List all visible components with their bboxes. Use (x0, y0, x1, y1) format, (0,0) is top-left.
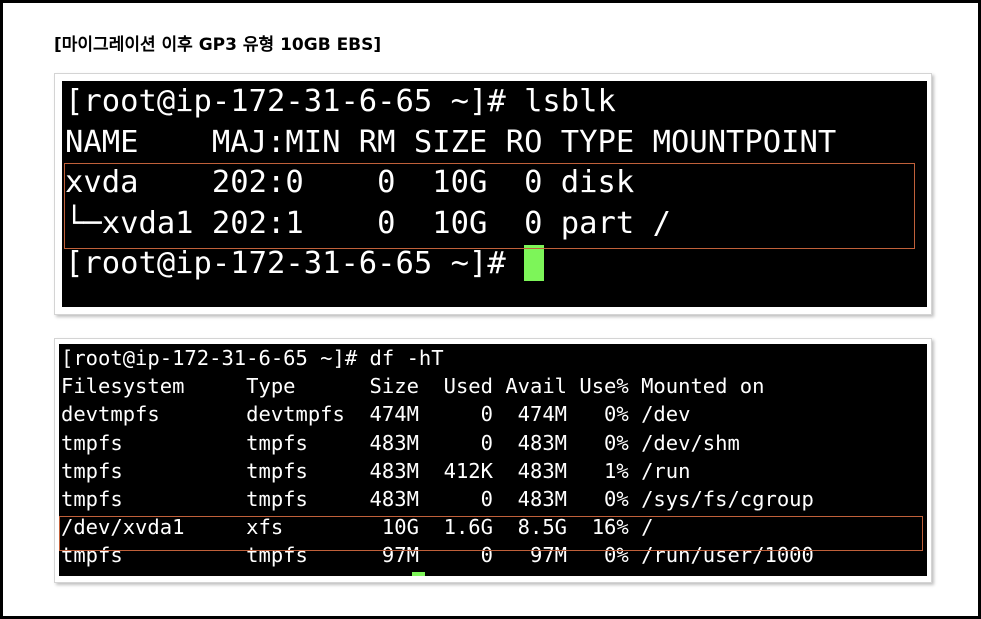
df-command-line: [root@ip-172-31-6-65 ~]# df -hT (61, 346, 444, 370)
df-header-line: Filesystem Type Size Used Avail Use% Mou… (61, 374, 765, 399)
lsblk-partition-line: └─xvda1 202:1 0 10G 0 part / (65, 205, 671, 241)
terminal-cursor (524, 245, 545, 281)
df-row-cgroup: tmpfs tmpfs 483M 0 483M 0% /sys/fs/cgrou… (61, 487, 814, 512)
lsblk-terminal[interactable]: [root@ip-172-31-6-65 ~]# lsblk NAME MAJ:… (62, 81, 927, 307)
df-screenshot: [root@ip-172-31-6-65 ~]# df -hT Filesyst… (54, 338, 932, 583)
lsblk-disk-line: xvda 202:0 0 10G 0 disk (65, 165, 635, 200)
lsblk-screenshot: [root@ip-172-31-6-65 ~]# lsblk NAME MAJ:… (54, 73, 932, 315)
lsblk-header-line: NAME MAJ:MIN RM SIZE RO TYPE MOUNTPOINT (65, 124, 837, 160)
prompt-text: [root@ip-172-31-6-65 ~]# (65, 246, 525, 281)
df-row-dev-shm: tmpfs tmpfs 483M 0 483M 0% /dev/shm (61, 430, 740, 455)
lsblk-command-line: [root@ip-172-31-6-65 ~]# lsblk (65, 84, 616, 119)
lsblk-prompt-line: [root@ip-172-31-6-65 ~]# (65, 244, 927, 285)
page-heading: [마이그레이션 이후 GP3 유형 10GB EBS] (54, 35, 382, 55)
df-terminal[interactable]: [root@ip-172-31-6-65 ~]# df -hT Filesyst… (59, 344, 927, 576)
df-row-devtmpfs: devtmpfs devtmpfs 474M 0 474M 0% /dev (61, 402, 691, 427)
terminal-cursor-partial (412, 572, 425, 576)
df-row-run-user: tmpfs tmpfs 97M 0 97M 0% /run/user/1000 (61, 543, 814, 568)
df-row-xvda1: /dev/xvda1 xfs 10G 1.6G 8.5G 16% / (61, 515, 654, 540)
df-row-run: tmpfs tmpfs 483M 412K 483M 1% /run (61, 458, 691, 483)
